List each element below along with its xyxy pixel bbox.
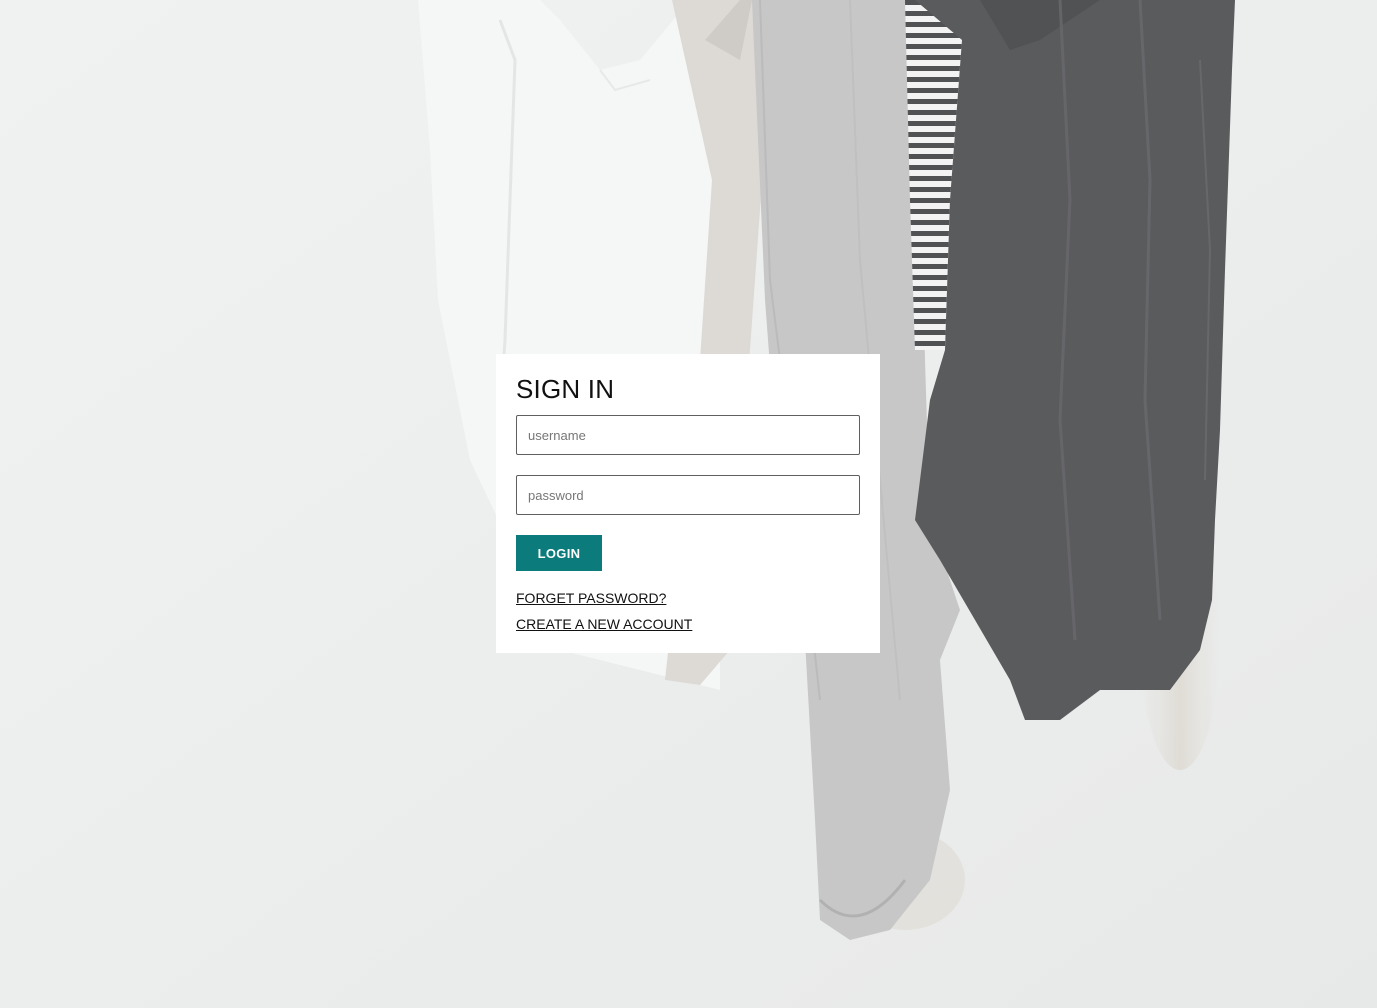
username-input[interactable] — [516, 415, 860, 455]
sign-in-card: SIGN IN LOGIN FORGET PASSWORD? CREATE A … — [496, 354, 880, 653]
account-links: FORGET PASSWORD? CREATE A NEW ACCOUNT — [516, 585, 860, 637]
create-account-link[interactable]: CREATE A NEW ACCOUNT — [516, 611, 692, 637]
password-input[interactable] — [516, 475, 860, 515]
forgot-password-link[interactable]: FORGET PASSWORD? — [516, 585, 666, 611]
login-button[interactable]: LOGIN — [516, 535, 602, 571]
sign-in-title: SIGN IN — [516, 374, 615, 404]
